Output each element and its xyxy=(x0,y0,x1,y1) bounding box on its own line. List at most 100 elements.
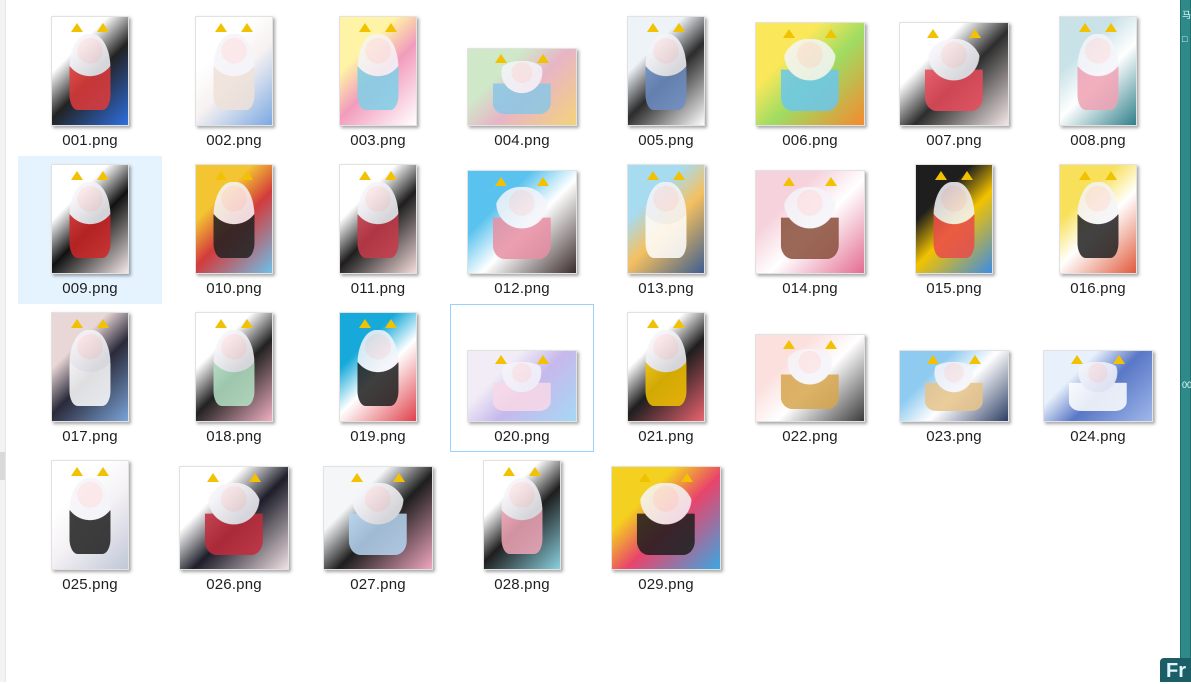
thumbnail-area xyxy=(594,458,738,570)
image-thumbnail[interactable] xyxy=(899,22,1009,126)
ears-icon xyxy=(647,171,685,182)
pane-splitter-handle[interactable] xyxy=(0,452,5,480)
image-thumbnail[interactable] xyxy=(915,164,993,274)
file-item[interactable]: 028.png xyxy=(450,452,594,600)
file-item[interactable]: 011.png xyxy=(306,156,450,304)
image-thumbnail[interactable] xyxy=(51,164,129,274)
file-item[interactable]: 004.png xyxy=(450,8,594,156)
ears-icon xyxy=(207,473,261,483)
image-thumbnail[interactable] xyxy=(195,164,273,274)
file-item[interactable]: 015.png xyxy=(882,156,1026,304)
file-name-label: 021.png xyxy=(638,428,694,445)
vertical-scrollbar[interactable] xyxy=(1181,0,1190,682)
image-thumbnail[interactable] xyxy=(755,22,865,126)
image-thumbnail[interactable] xyxy=(323,466,433,570)
file-item[interactable]: 008.png xyxy=(1026,8,1170,156)
image-thumbnail[interactable] xyxy=(627,164,705,274)
image-thumbnail[interactable] xyxy=(611,466,721,570)
file-item[interactable]: 012.png xyxy=(450,156,594,304)
ears-icon xyxy=(783,29,837,39)
character-figure-icon xyxy=(1077,34,1119,110)
file-name-label: 008.png xyxy=(1070,132,1126,149)
character-figure-icon xyxy=(780,187,840,259)
file-name-label: 010.png xyxy=(206,280,262,297)
file-item[interactable]: 013.png xyxy=(594,156,738,304)
ears-icon xyxy=(71,467,109,478)
file-name-label: 011.png xyxy=(350,280,406,297)
ears-icon xyxy=(359,171,397,182)
file-item[interactable]: 027.png xyxy=(306,452,450,600)
file-name-label: 012.png xyxy=(494,280,550,297)
character-figure-icon xyxy=(501,478,543,554)
ears-icon xyxy=(927,29,981,39)
file-item[interactable]: 001.png xyxy=(18,8,162,156)
ears-icon xyxy=(647,319,685,330)
image-thumbnail[interactable] xyxy=(195,312,273,422)
thumbnail-area xyxy=(1026,14,1170,126)
file-name-label: 017.png xyxy=(62,428,118,445)
image-thumbnail[interactable] xyxy=(1043,350,1153,422)
image-thumbnail[interactable] xyxy=(51,16,129,126)
ears-icon xyxy=(1079,23,1117,34)
image-thumbnail[interactable] xyxy=(483,460,561,570)
image-thumbnail[interactable] xyxy=(51,460,129,570)
file-item[interactable]: 017.png xyxy=(18,304,162,452)
file-item[interactable]: 029.png xyxy=(594,452,738,600)
file-item[interactable]: 003.png xyxy=(306,8,450,156)
file-item[interactable]: 023.png xyxy=(882,304,1026,452)
file-name-label: 025.png xyxy=(62,576,118,593)
file-item[interactable]: 019.png xyxy=(306,304,450,452)
image-thumbnail[interactable] xyxy=(467,350,577,422)
image-thumbnail[interactable] xyxy=(467,170,577,274)
file-item[interactable]: 018.png xyxy=(162,304,306,452)
character-figure-icon xyxy=(213,182,255,258)
image-thumbnail[interactable] xyxy=(1059,16,1137,126)
image-thumbnail[interactable] xyxy=(627,16,705,126)
file-item[interactable]: 006.png xyxy=(738,8,882,156)
file-item[interactable]: 025.png xyxy=(18,452,162,600)
image-thumbnail[interactable] xyxy=(195,16,273,126)
file-item[interactable]: 010.png xyxy=(162,156,306,304)
image-thumbnail[interactable] xyxy=(755,334,865,422)
taskbar-app-badge[interactable]: Fr xyxy=(1160,658,1191,682)
image-thumbnail[interactable] xyxy=(339,164,417,274)
file-grid: 001.png 002.png 003.png 004.png 005.png 006.p… xyxy=(18,8,1170,600)
image-thumbnail[interactable] xyxy=(1059,164,1137,274)
character-figure-icon xyxy=(69,330,111,406)
ears-icon xyxy=(927,355,981,365)
file-item[interactable]: 021.png xyxy=(594,304,738,452)
image-thumbnail[interactable] xyxy=(467,48,577,126)
image-thumbnail[interactable] xyxy=(339,312,417,422)
image-thumbnail[interactable] xyxy=(179,466,289,570)
file-item[interactable]: 005.png xyxy=(594,8,738,156)
image-thumbnail[interactable] xyxy=(339,16,417,126)
ears-icon xyxy=(495,177,549,187)
ears-icon xyxy=(359,319,397,330)
file-item[interactable]: 026.png xyxy=(162,452,306,600)
thumbnail-area xyxy=(594,310,738,422)
file-item[interactable]: 014.png xyxy=(738,156,882,304)
character-figure-icon xyxy=(492,362,552,412)
file-item[interactable]: 002.png xyxy=(162,8,306,156)
file-name-label: 007.png xyxy=(926,132,982,149)
thumbnail-area xyxy=(162,310,306,422)
image-thumbnail[interactable] xyxy=(627,312,705,422)
image-thumbnail[interactable] xyxy=(755,170,865,274)
file-name-label: 027.png xyxy=(350,576,406,593)
file-item[interactable]: 022.png xyxy=(738,304,882,452)
image-thumbnail[interactable] xyxy=(899,350,1009,422)
file-item[interactable]: 009.png xyxy=(18,156,162,304)
ears-icon xyxy=(503,467,541,478)
character-figure-icon xyxy=(492,61,552,115)
file-item[interactable]: 016.png xyxy=(1026,156,1170,304)
file-item[interactable]: 020.png xyxy=(450,304,594,452)
ears-icon xyxy=(935,171,973,182)
file-item[interactable]: 007.png xyxy=(882,8,1026,156)
ears-icon xyxy=(647,23,685,34)
image-thumbnail[interactable] xyxy=(51,312,129,422)
file-name-label: 005.png xyxy=(638,132,694,149)
thumbnail-area xyxy=(18,310,162,422)
file-name-label: 029.png xyxy=(638,576,694,593)
file-item[interactable]: 024.png xyxy=(1026,304,1170,452)
thumbnail-area xyxy=(882,310,1026,422)
